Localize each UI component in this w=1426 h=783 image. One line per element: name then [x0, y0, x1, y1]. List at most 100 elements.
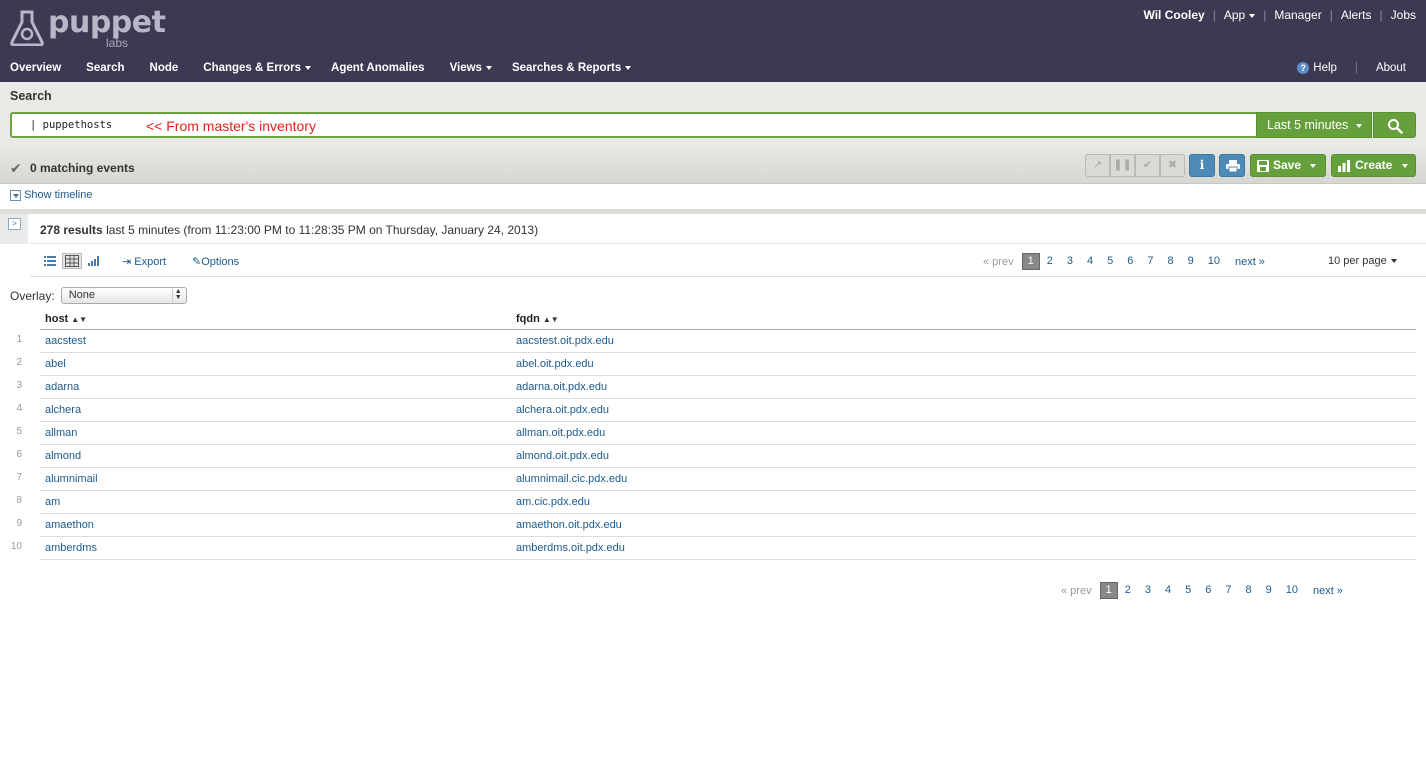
- pager-page[interactable]: 4: [1080, 253, 1100, 270]
- logo-word: puppet: [48, 5, 166, 40]
- pager-page[interactable]: 2: [1118, 582, 1138, 599]
- options-button[interactable]: ✎Options: [192, 255, 239, 268]
- pager-page[interactable]: 10: [1201, 253, 1227, 270]
- select-arrows-icon: ▲ ▼: [171, 288, 184, 302]
- row-number: 2: [16, 357, 22, 368]
- pager-next[interactable]: next »: [1305, 585, 1343, 597]
- cell-fqdn[interactable]: abel.oit.pdx.edu: [516, 358, 594, 370]
- caret-down-icon: [1390, 259, 1397, 264]
- pager-page[interactable]: 8: [1160, 253, 1180, 270]
- pager-prev[interactable]: « prev: [983, 256, 1022, 268]
- cell-host[interactable]: adarna: [45, 381, 79, 393]
- per-page-select[interactable]: 10 per page: [1328, 255, 1397, 267]
- pager-page[interactable]: 3: [1060, 253, 1080, 270]
- column-header-fqdn[interactable]: fqdn ▲▼: [516, 313, 559, 325]
- create-button[interactable]: Create: [1331, 154, 1416, 177]
- cell-host[interactable]: allman: [45, 427, 77, 439]
- cell-host[interactable]: alumnimail: [45, 473, 98, 485]
- row-number: 5: [16, 426, 22, 437]
- cell-fqdn[interactable]: allman.oit.pdx.edu: [516, 427, 605, 439]
- cell-fqdn[interactable]: alchera.oit.pdx.edu: [516, 404, 609, 416]
- nav-views[interactable]: Views: [450, 62, 492, 74]
- search-area: Search | puppethosts << From master's in…: [0, 82, 1426, 148]
- help-link[interactable]: ? Help: [1297, 62, 1337, 74]
- pager-page[interactable]: 5: [1100, 253, 1120, 270]
- chart-view-icon[interactable]: [84, 253, 104, 269]
- pager-page[interactable]: 5: [1178, 582, 1198, 599]
- search-button[interactable]: [1373, 112, 1416, 138]
- nav-views-label: Views: [449, 62, 482, 74]
- job-control-group: ↗ ❚❚ ✔ ✖: [1085, 154, 1185, 177]
- cell-fqdn[interactable]: amaethon.oit.pdx.edu: [516, 519, 622, 531]
- pager-page[interactable]: 9: [1181, 253, 1201, 270]
- results-header: 278 results last 5 minutes (from 11:23:0…: [30, 214, 1426, 244]
- cell-host[interactable]: abel: [45, 358, 66, 370]
- nav-separator: |: [1354, 62, 1358, 74]
- results-summary: 278 results last 5 minutes (from 11:23:0…: [40, 223, 538, 237]
- manager-link[interactable]: Manager: [1266, 8, 1329, 22]
- cancel-icon[interactable]: ✖: [1160, 154, 1185, 177]
- user-name-link[interactable]: Wil Cooley: [1135, 8, 1212, 22]
- cell-fqdn[interactable]: aacstest.oit.pdx.edu: [516, 335, 614, 347]
- print-icon[interactable]: [1219, 154, 1245, 177]
- pager-page[interactable]: 9: [1259, 582, 1279, 599]
- expand-sidebar-icon[interactable]: >: [8, 218, 21, 230]
- save-button[interactable]: Save: [1250, 154, 1326, 177]
- column-header-host[interactable]: host ▲▼: [45, 313, 87, 325]
- time-range-label: Last 5 minutes: [1267, 118, 1349, 132]
- search-input[interactable]: | puppethosts << From master's inventory: [10, 112, 1256, 138]
- table-glyph-icon: [65, 255, 79, 267]
- cell-host[interactable]: amberdms: [45, 542, 97, 554]
- pager-page[interactable]: 8: [1238, 582, 1258, 599]
- nav-overview[interactable]: Overview: [10, 62, 61, 74]
- table-view-icon[interactable]: [62, 253, 82, 269]
- cell-fqdn[interactable]: am.cic.pdx.edu: [516, 496, 590, 508]
- cell-fqdn[interactable]: amberdms.oit.pdx.edu: [516, 542, 625, 554]
- table-row: 1 aacstest aacstest.oit.pdx.edu: [0, 330, 1426, 353]
- pager-next[interactable]: next »: [1227, 256, 1265, 268]
- send-to-background-icon[interactable]: ↗: [1085, 154, 1110, 177]
- pager-page[interactable]: 6: [1120, 253, 1140, 270]
- alerts-link[interactable]: Alerts: [1333, 8, 1380, 22]
- pager-page[interactable]: 3: [1138, 582, 1158, 599]
- finalize-icon[interactable]: ✔: [1135, 154, 1160, 177]
- pager-page[interactable]: 4: [1158, 582, 1178, 599]
- time-range-picker[interactable]: Last 5 minutes: [1256, 112, 1372, 138]
- nav-node[interactable]: Node: [150, 62, 179, 74]
- create-label: Create: [1355, 158, 1393, 172]
- user-nav: Wil Cooley | App | Manager | Alerts | Jo…: [1135, 8, 1416, 22]
- row-number: 9: [16, 518, 22, 529]
- view-mode-switcher: [40, 253, 106, 269]
- cell-host[interactable]: am: [45, 496, 60, 508]
- info-icon[interactable]: i: [1189, 154, 1215, 177]
- cell-host[interactable]: almond: [45, 450, 81, 462]
- nav-searches-reports[interactable]: Searches & Reports: [512, 62, 632, 74]
- nav-agent-anomalies[interactable]: Agent Anomalies: [331, 62, 425, 74]
- pager-page[interactable]: 6: [1198, 582, 1218, 599]
- about-link[interactable]: About: [1376, 62, 1406, 74]
- nav-changes-errors[interactable]: Changes & Errors: [203, 62, 312, 74]
- pager-page[interactable]: 10: [1279, 582, 1305, 599]
- app-menu[interactable]: App: [1216, 8, 1263, 22]
- nav-search[interactable]: Search: [86, 62, 124, 74]
- cell-fqdn[interactable]: adarna.oit.pdx.edu: [516, 381, 607, 393]
- export-button[interactable]: ⇥ Export: [122, 255, 166, 268]
- cell-host[interactable]: amaethon: [45, 519, 94, 531]
- cell-fqdn[interactable]: alumnimail.cic.pdx.edu: [516, 473, 627, 485]
- show-timeline-toggle[interactable]: Show timeline: [10, 189, 92, 201]
- jobs-link[interactable]: Jobs: [1383, 8, 1416, 22]
- row-number: 4: [16, 403, 22, 414]
- pager-page[interactable]: 2: [1040, 253, 1060, 270]
- search-title: Search: [10, 89, 52, 103]
- row-cells: amberdms amberdms.oit.pdx.edu: [40, 537, 1416, 560]
- cell-host[interactable]: alchera: [45, 404, 81, 416]
- pager-prev[interactable]: « prev: [1061, 585, 1100, 597]
- overlay-select[interactable]: None ▲ ▼: [60, 287, 187, 304]
- pager-page[interactable]: 7: [1218, 582, 1238, 599]
- puppet-labs-logo[interactable]: puppet labs: [10, 5, 166, 50]
- pager-page[interactable]: 7: [1140, 253, 1160, 270]
- cell-fqdn[interactable]: almond.oit.pdx.edu: [516, 450, 609, 462]
- cell-host[interactable]: aacstest: [45, 335, 86, 347]
- pause-icon[interactable]: ❚❚: [1110, 154, 1135, 177]
- list-view-icon[interactable]: [40, 253, 60, 269]
